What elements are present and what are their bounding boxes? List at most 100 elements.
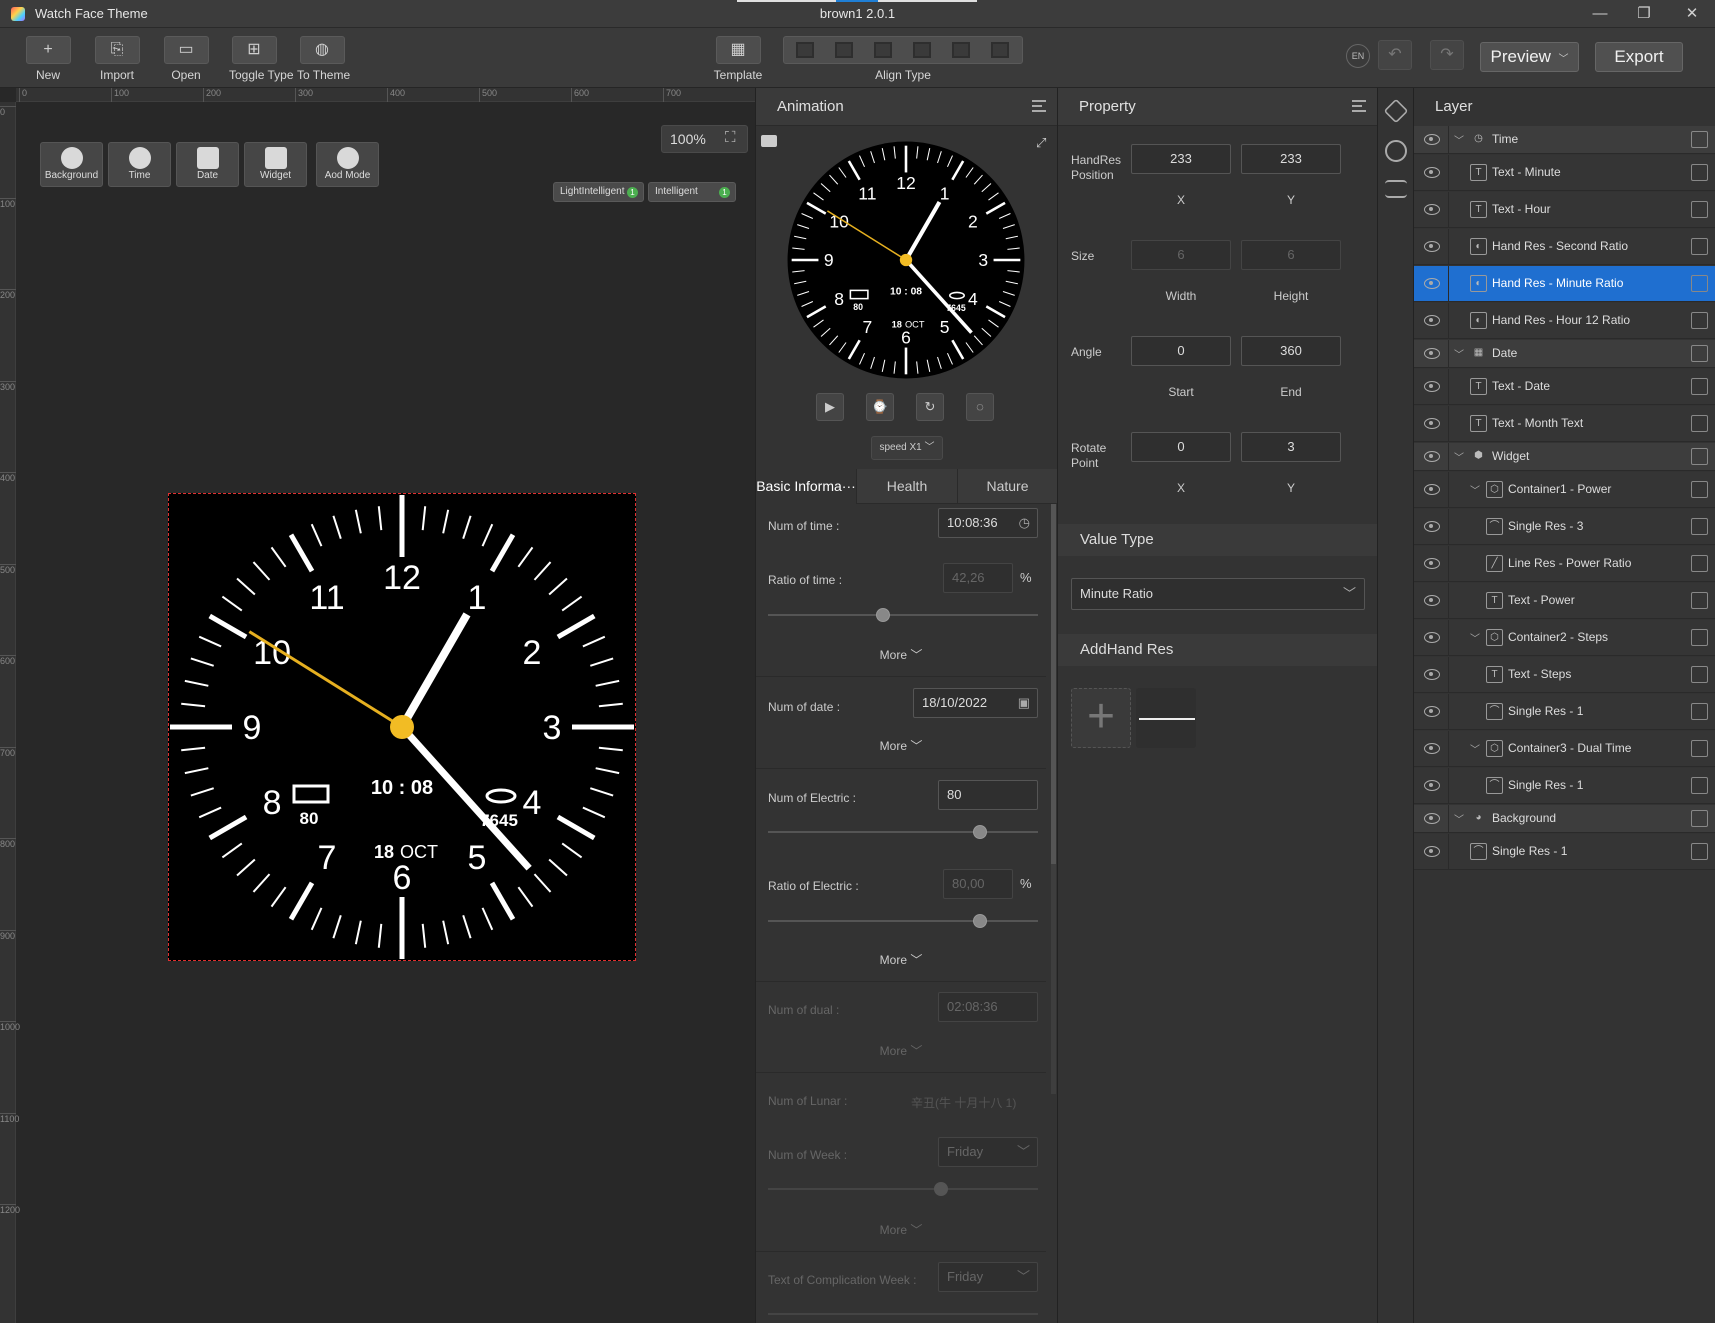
align-top-icon[interactable] (913, 42, 931, 58)
ratio-of-electric-input[interactable]: 80,00 (943, 869, 1013, 899)
align-right-icon[interactable] (874, 42, 892, 58)
add-hand-button[interactable]: + (1071, 688, 1131, 748)
lock-icon[interactable] (1691, 809, 1708, 827)
lock-icon[interactable] (1691, 776, 1708, 794)
more-toggle[interactable]: More ﹀ (756, 737, 1046, 754)
scrollbar[interactable] (1051, 504, 1056, 1094)
lock-icon[interactable] (1691, 237, 1708, 255)
layer-row[interactable]: T Text - Power (1414, 583, 1715, 619)
chevron-down-icon[interactable]: ﹀ (1454, 132, 1464, 147)
num-of-time-input[interactable]: 10:08:36 ◷ (938, 508, 1038, 538)
preview-button[interactable]: Preview ﹀ (1480, 42, 1579, 72)
tab-nature[interactable]: Nature (958, 469, 1058, 504)
eye-icon[interactable] (1424, 631, 1440, 643)
fullscreen-icon[interactable]: ⛶ (725, 129, 736, 146)
more-toggle[interactable]: More ﹀ (756, 1042, 1046, 1059)
ratio-of-time-input[interactable]: 42,26 (943, 563, 1013, 593)
insert-date-button[interactable]: Date (176, 142, 239, 187)
panel-menu-icon[interactable] (1032, 100, 1046, 112)
height-input[interactable]: 6 (1241, 240, 1341, 270)
value-type-select[interactable]: Minute Ratio ﹀ (1071, 578, 1365, 610)
layers-icon[interactable] (1383, 98, 1409, 124)
lock-icon[interactable] (1691, 311, 1708, 329)
close-button[interactable]: ✕ (1680, 3, 1704, 25)
eye-icon[interactable] (1424, 483, 1440, 495)
eye-icon[interactable] (1424, 668, 1440, 680)
eye-icon[interactable] (1424, 347, 1440, 359)
more-toggle[interactable]: More ﹀ (756, 1221, 1046, 1238)
tab-health[interactable]: Health (857, 469, 958, 504)
position-x-input[interactable]: 233 (1131, 144, 1231, 174)
lock-icon[interactable] (1691, 480, 1708, 498)
intelligent-pill[interactable]: Intelligent 1 (648, 182, 736, 202)
lock-icon[interactable] (1691, 554, 1708, 572)
eye-icon[interactable] (1424, 240, 1440, 252)
eye-icon[interactable] (1424, 450, 1440, 462)
align-bottom-icon[interactable] (991, 42, 1009, 58)
scrollbar-thumb[interactable] (1051, 504, 1056, 864)
more-toggle[interactable]: More ﹀ (756, 951, 1046, 968)
align-center-h-icon[interactable] (835, 42, 853, 58)
text-complication-week-select[interactable]: Friday ﹀ (938, 1262, 1038, 1292)
template-button[interactable]: ▦ Template (713, 36, 763, 82)
slider-handle[interactable] (972, 914, 987, 928)
align-left-icon[interactable] (796, 42, 814, 58)
layer-row[interactable]: ﹀ ▦ Date (1414, 340, 1715, 368)
slider-handle[interactable] (934, 1182, 949, 1196)
eye-icon[interactable] (1424, 520, 1440, 532)
eye-icon[interactable] (1424, 779, 1440, 791)
eye-icon[interactable] (1424, 845, 1440, 857)
layer-row[interactable]: ﹀ ⬢ Widget (1414, 443, 1715, 471)
chevron-down-icon[interactable]: ﹀ (1454, 811, 1464, 826)
language-button[interactable]: EN (1346, 44, 1370, 68)
lock-icon[interactable] (1691, 842, 1708, 860)
to-theme-button[interactable]: ◍ To Theme (297, 36, 350, 82)
tab-basic-information[interactable]: Basic Informa··· (756, 469, 857, 504)
lock-icon[interactable] (1691, 447, 1708, 465)
layer-row[interactable]: ﹀ ◕ Background (1414, 805, 1715, 833)
layer-row[interactable]: ◐ Hand Res - Second Ratio (1414, 229, 1715, 265)
layer-row[interactable]: ﹀ ◷ Time (1414, 126, 1715, 154)
angle-start-input[interactable]: 0 (1131, 336, 1231, 366)
canvas-workspace[interactable]: Background Time Date Widget Aod Mode 100% ⛶ … (16, 102, 755, 1323)
eye-icon[interactable] (1424, 133, 1440, 145)
insert-time-button[interactable]: Time (108, 142, 171, 187)
num-of-date-input[interactable]: 18/10/2022 ▣ (913, 688, 1038, 718)
layer-row[interactable]: ﹀ ⬡ Container3 - Dual Time (1414, 731, 1715, 767)
layer-row[interactable]: T Text - Month Text (1414, 406, 1715, 442)
ratio-of-time-slider[interactable] (768, 608, 1038, 622)
chevron-down-icon[interactable]: ﹀ (1470, 482, 1480, 497)
eye-icon[interactable] (1424, 166, 1440, 178)
layer-row[interactable]: ◐ Hand Res - Minute Ratio (1414, 266, 1715, 302)
num-of-dual-input[interactable]: 02:08:36 (938, 992, 1038, 1022)
chevron-down-icon[interactable]: ﹀ (1454, 346, 1464, 361)
eye-icon[interactable] (1424, 594, 1440, 606)
complication-week-slider[interactable] (768, 1313, 1038, 1315)
num-of-week-select[interactable]: Friday ﹀ (938, 1137, 1038, 1167)
width-input[interactable]: 6 (1131, 240, 1231, 270)
layer-row[interactable]: ⌒ Single Res - 1 (1414, 834, 1715, 870)
lock-icon[interactable] (1691, 702, 1708, 720)
layer-row[interactable]: T Text - Steps (1414, 657, 1715, 693)
open-button[interactable]: ▭ Open (161, 36, 211, 82)
eye-icon[interactable] (1424, 557, 1440, 569)
camera-icon[interactable] (761, 135, 777, 147)
new-button[interactable]: + New (23, 36, 73, 82)
hand-resource-thumbnail[interactable] (1136, 688, 1196, 748)
light-intelligent-pill[interactable]: LightIntelligent 1 (553, 182, 644, 202)
layer-row[interactable]: ◐ Hand Res - Hour 12 Ratio (1414, 303, 1715, 339)
insert-aod-mode-button[interactable]: Aod Mode (316, 142, 379, 187)
angle-end-input[interactable]: 360 (1241, 336, 1341, 366)
toggle-type-button[interactable]: ⊞ Toggle Type (229, 36, 294, 82)
eye-icon[interactable] (1424, 380, 1440, 392)
layer-row[interactable]: ╱ Line Res - Power Ratio (1414, 546, 1715, 582)
restore-button[interactable]: ❐ (1632, 3, 1656, 25)
eye-icon[interactable] (1424, 277, 1440, 289)
lock-icon[interactable] (1691, 628, 1708, 646)
layer-row[interactable]: T Text - Date (1414, 369, 1715, 405)
redo-icon[interactable]: ↷ (1430, 40, 1464, 70)
layer-row[interactable]: ⌒ Single Res - 1 (1414, 768, 1715, 804)
lock-icon[interactable] (1691, 200, 1708, 218)
eye-icon[interactable] (1424, 812, 1440, 824)
rotate-x-input[interactable]: 0 (1131, 432, 1231, 462)
